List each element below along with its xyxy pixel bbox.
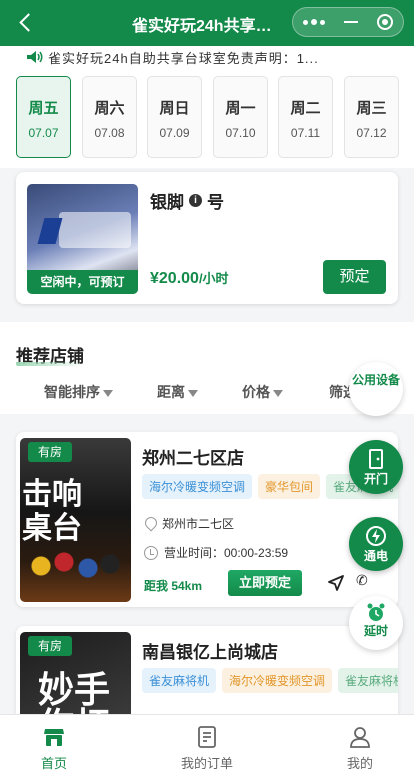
date-weekday: 周二 [290,100,321,117]
tag: 豪华包间 [258,474,321,499]
table-name-prefix: 银脚 [150,193,184,212]
tab-orders[interactable]: 我的订单 [167,725,247,772]
speaker-icon [27,51,43,63]
store-tags: 雀友麻将机 海尔冷暖变频空调 雀友麻将机 [142,668,398,693]
date-tab[interactable]: 周日 07.09 [147,76,202,158]
tab-label: 我的订单 [180,756,233,771]
public-device-button[interactable]: 公用设备 [349,362,403,416]
tab-mine[interactable]: 我的 [320,725,400,772]
mini-program-capsule [292,7,404,37]
location-pin-icon [144,517,156,531]
extend-time-label: 延时 [363,624,388,638]
store-photo: 击响桌台 [20,438,131,602]
has-room-badge: 有房 [28,442,72,462]
alarm-clock-icon [367,603,385,621]
open-door-button[interactable]: 开门 [349,440,403,494]
date-tab[interactable]: 周三 07.12 [344,76,399,158]
date-day: 07.08 [94,126,125,140]
store-distance: 距我 54km [144,579,203,593]
page-title: 雀实好玩24h共享自助台球室 [132,18,284,35]
date-day: 07.12 [356,126,387,140]
notice-bar[interactable]: 雀实好玩24h自助共享台球室免责声明：1... [0,46,414,68]
date-weekday: 周五 [28,100,59,117]
bottom-tab-bar: 首页 我的订单 我的 [0,714,414,780]
phone-icon[interactable]: ✆ [356,572,374,590]
sort-smart[interactable]: 智能排序 [44,382,113,402]
poster-text: 妙手作杆 [38,669,111,714]
date-day: 07.10 [225,126,256,140]
date-weekday: 周三 [356,100,387,117]
date-tab[interactable]: 周二 07.11 [278,76,333,158]
more-dots-icon[interactable] [302,19,325,25]
tab-label: 我的 [346,756,373,771]
triangle-down-icon [103,389,113,397]
hours-text: 营业时间：00:00-23:59 [164,546,289,560]
door-icon [369,449,383,469]
reserve-button[interactable]: 预定 [323,260,386,294]
sort-label: 智能排序 [44,384,100,400]
sort-price[interactable]: 价格 [242,382,283,402]
navigate-arrow-icon[interactable] [328,575,344,591]
table-card[interactable]: 空闲中，可预订 银脚 i 号 ¥20.00/小时 预定 [16,172,398,304]
store-address: 郑州市二七区 [144,515,234,532]
minimize-icon[interactable] [343,21,358,23]
poster-text: 击响桌台 [22,477,82,546]
info-icon[interactable]: i [189,194,202,207]
date-day: 07.09 [159,126,190,140]
date-tab[interactable]: 周五 07.07 [16,76,71,158]
store-name: 南昌银亿上尚城店 [142,643,278,662]
price-unit: /小时 [198,271,229,286]
tab-home[interactable]: 首页 [14,725,94,772]
close-target-icon[interactable] [377,14,394,30]
back-icon[interactable] [16,10,40,36]
power-on-label: 通电 [363,549,388,563]
sort-label: 价格 [242,384,270,400]
table-name: 银脚 i 号 [150,188,224,213]
table-price: ¥20.00/小时 [150,268,229,288]
table-status-badge: 空闲中，可预订 [27,270,138,294]
book-now-button[interactable]: 立即预定 [228,570,302,596]
top-bar: 雀实好玩24h共享自助台球室 [0,0,414,46]
triangle-down-icon [273,389,283,397]
price-value: ¥20.00 [150,270,199,287]
date-tab[interactable]: 周六 07.08 [82,76,137,158]
tag: 海尔冷暖变频空调 [142,474,253,499]
table-name-suffix: 号 [207,193,224,212]
tag: 雀友麻将机 [142,668,217,693]
address-text: 郑州市二七区 [162,517,235,531]
store-card[interactable]: 击响桌台 有房 郑州二七区店 海尔冷暖变频空调 豪华包间 雀友麻将机 郑州市二七… [16,432,398,607]
date-weekday: 周六 [94,100,125,117]
tab-label: 首页 [40,756,67,771]
title-underline [16,362,84,366]
lightning-icon [366,526,386,546]
order-doc-icon [198,726,216,748]
date-weekday: 周一 [225,100,256,117]
clock-icon [144,545,158,560]
shop-icon [44,729,64,746]
sort-distance[interactable]: 距离 [157,382,198,402]
triangle-down-icon [188,389,198,397]
extend-time-button[interactable]: 延时 [349,596,403,650]
tag: 海尔冷暖变频空调 [222,668,333,693]
open-door-label: 开门 [363,472,388,486]
store-name: 郑州二七区店 [142,449,244,468]
tag: 雀友麻将机 [338,668,398,693]
notice-text: 雀实好玩24h自助共享台球室免责声明：1... [48,50,319,66]
has-room-badge: 有房 [28,636,72,656]
table-photo: 空闲中，可预订 [27,184,138,294]
sort-label: 距离 [157,384,185,400]
store-card[interactable]: 妙手作杆 有房 南昌银亿上尚城店 雀友麻将机 海尔冷暖变频空调 雀友麻将机 [16,626,398,714]
date-selector: 周五 07.07 周六 07.08 周日 07.09 周一 07.10 周二 0… [0,68,414,168]
power-on-button[interactable]: 通电 [349,517,403,571]
date-day: 07.07 [28,126,59,140]
user-icon [350,727,370,748]
date-weekday: 周日 [159,100,190,117]
store-hours: 营业时间：00:00-23:59 [144,544,288,561]
date-day: 07.11 [290,126,321,140]
date-tab[interactable]: 周一 07.10 [213,76,268,158]
